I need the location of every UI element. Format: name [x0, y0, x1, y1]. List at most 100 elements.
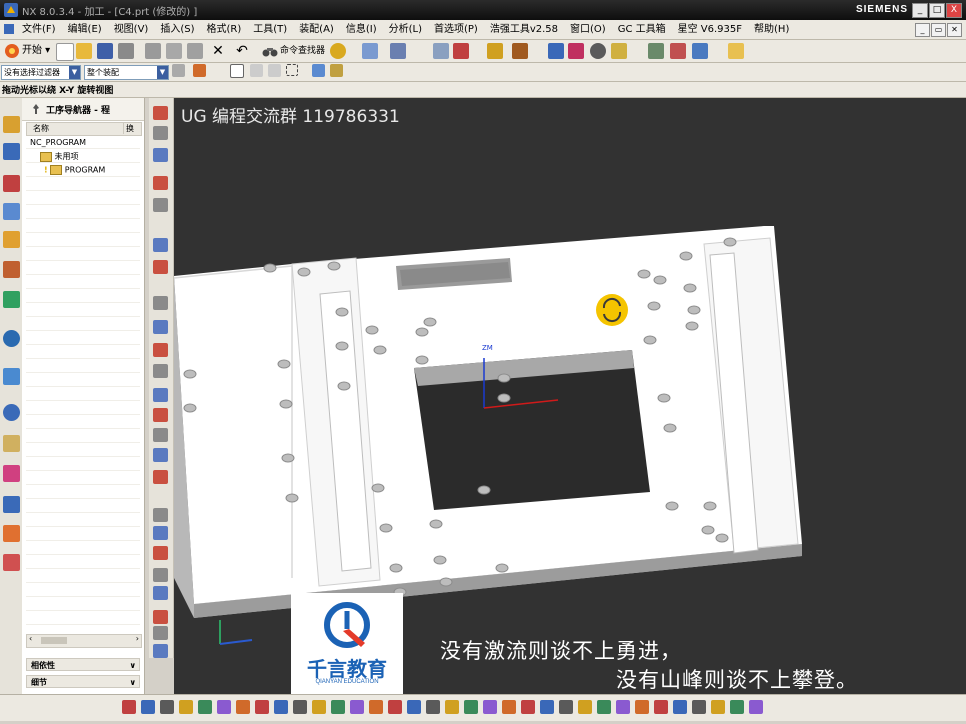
process-studio-icon[interactable] [3, 465, 20, 482]
mdi-minimize-button[interactable]: _ [915, 23, 930, 37]
bottom-tool-icon[interactable] [692, 700, 706, 714]
menu-item[interactable]: 文件(F) [16, 20, 62, 39]
folder-icon[interactable] [728, 43, 744, 59]
menu-item[interactable]: 插入(S) [154, 20, 200, 39]
palette-icon[interactable] [3, 554, 20, 571]
bottom-tool-icon[interactable] [198, 700, 212, 714]
minimize-button[interactable]: _ [912, 3, 928, 18]
mdi-restore-button[interactable]: ▭ [931, 23, 946, 37]
bottom-tool-icon[interactable] [616, 700, 630, 714]
menu-item[interactable]: 信息(I) [340, 20, 383, 39]
bottom-tool-icon[interactable] [407, 700, 421, 714]
snap-point-icon[interactable] [330, 64, 343, 77]
snap-icon[interactable] [362, 43, 378, 59]
layer-icon[interactable] [453, 43, 469, 59]
bottom-tool-icon[interactable] [483, 700, 497, 714]
cursor-icon[interactable] [568, 43, 584, 59]
curve-tool-icon[interactable] [153, 260, 168, 274]
bottom-tool-icon[interactable] [141, 700, 155, 714]
bottom-tool-icon[interactable] [711, 700, 725, 714]
assembly-icon[interactable] [670, 43, 686, 59]
curve-tool-icon[interactable] [153, 106, 168, 120]
move-icon[interactable] [250, 64, 263, 77]
bottom-tool-icon[interactable] [464, 700, 478, 714]
menu-item[interactable]: GC 工具箱 [612, 20, 672, 39]
bottom-tool-icon[interactable] [502, 700, 516, 714]
curve-tool-icon[interactable] [153, 470, 168, 484]
curve-tool-icon[interactable] [153, 610, 168, 624]
measure-icon[interactable] [512, 43, 528, 59]
bottom-tool-icon[interactable] [597, 700, 611, 714]
constraint-navigator-icon[interactable] [3, 261, 20, 278]
curve-tool-icon[interactable] [153, 388, 168, 402]
restore-button[interactable]: □ [929, 3, 945, 18]
scroll-left-icon[interactable]: ‹ [29, 634, 32, 643]
start-button[interactable]: 开始 ▾ [2, 42, 54, 60]
operation-navigator-icon[interactable] [3, 116, 20, 133]
close-button[interactable]: X [946, 3, 962, 18]
tree-node-nc-program[interactable]: NC_PROGRAM [30, 138, 86, 147]
undo-icon[interactable]: ↶ [234, 43, 250, 59]
curve-tool-icon[interactable] [153, 198, 168, 212]
curve-tool-icon[interactable] [153, 296, 168, 310]
curve-tool-icon[interactable] [153, 508, 168, 522]
box-icon[interactable] [312, 64, 325, 77]
curve-tool-icon[interactable] [153, 408, 168, 422]
curve-tool-icon[interactable] [153, 320, 168, 334]
menu-item[interactable]: 装配(A) [293, 20, 340, 39]
command-finder-button[interactable]: 命令查找器 [262, 42, 325, 60]
menu-item[interactable]: 窗口(O) [564, 20, 612, 39]
tree-node-unused[interactable]: 未用项 [40, 151, 79, 162]
curve-tool-icon[interactable] [153, 568, 168, 582]
curve-tool-icon[interactable] [153, 626, 168, 640]
menu-item[interactable]: 浩强工具v2.58 [484, 20, 564, 39]
type-filter-dropdown[interactable]: 没有选择过滤器 ▼ [1, 65, 81, 80]
bottom-tool-icon[interactable] [559, 700, 573, 714]
bottom-tool-icon[interactable] [730, 700, 744, 714]
bottom-tool-icon[interactable] [350, 700, 364, 714]
bottom-tool-icon[interactable] [274, 700, 288, 714]
cut-icon[interactable] [145, 43, 161, 59]
curve-tool-icon[interactable] [153, 343, 168, 357]
curve-tool-icon[interactable] [153, 644, 168, 658]
part-navigator-icon[interactable] [3, 291, 20, 308]
reuse-library-icon[interactable] [3, 368, 20, 385]
bottom-tool-icon[interactable] [236, 700, 250, 714]
menu-item[interactable]: 编辑(E) [62, 20, 108, 39]
system-materials-icon[interactable] [3, 435, 20, 452]
bottom-tool-icon[interactable] [540, 700, 554, 714]
bottom-tool-icon[interactable] [388, 700, 402, 714]
history-icon[interactable] [3, 404, 20, 421]
scroll-thumb[interactable] [41, 637, 67, 644]
scroll-right-icon[interactable]: › [136, 634, 139, 643]
print-icon[interactable] [118, 43, 134, 59]
menu-item[interactable]: 工具(T) [247, 20, 293, 39]
curve-tool-icon[interactable] [153, 148, 168, 162]
graphics-window[interactable]: ZM UG 编程交流群 119786331 千言教育 QIANYAN EDUCA… [174, 98, 966, 694]
wcs-icon[interactable] [433, 43, 449, 59]
curve-tool-icon[interactable] [153, 364, 168, 378]
info-icon[interactable] [3, 330, 20, 347]
machine-tool-icon[interactable] [3, 143, 20, 160]
assembly-navigator-icon[interactable] [3, 231, 20, 248]
bottom-tool-icon[interactable] [445, 700, 459, 714]
view-select-icon[interactable] [230, 64, 244, 78]
menu-item[interactable]: 视图(V) [108, 20, 155, 39]
menu-item[interactable]: 分析(L) [383, 20, 428, 39]
tool-icon[interactable] [611, 43, 627, 59]
menu-item[interactable]: 帮助(H) [748, 20, 795, 39]
bottom-tool-icon[interactable] [217, 700, 231, 714]
select-all-icon[interactable] [193, 64, 206, 77]
toolbox-icon[interactable] [548, 43, 564, 59]
bottom-tool-icon[interactable] [578, 700, 592, 714]
curve-tool-icon[interactable] [153, 238, 168, 252]
bottom-tool-icon[interactable] [426, 700, 440, 714]
starry-icon[interactable] [590, 43, 606, 59]
dependencies-section[interactable]: 相依性 ∨ [26, 658, 140, 671]
curve-tool-icon[interactable] [153, 126, 168, 140]
bottom-tool-icon[interactable] [122, 700, 136, 714]
bottom-tool-icon[interactable] [654, 700, 668, 714]
curve-tool-icon[interactable] [153, 546, 168, 560]
bottom-tool-icon[interactable] [369, 700, 383, 714]
bottom-tool-icon[interactable] [749, 700, 763, 714]
